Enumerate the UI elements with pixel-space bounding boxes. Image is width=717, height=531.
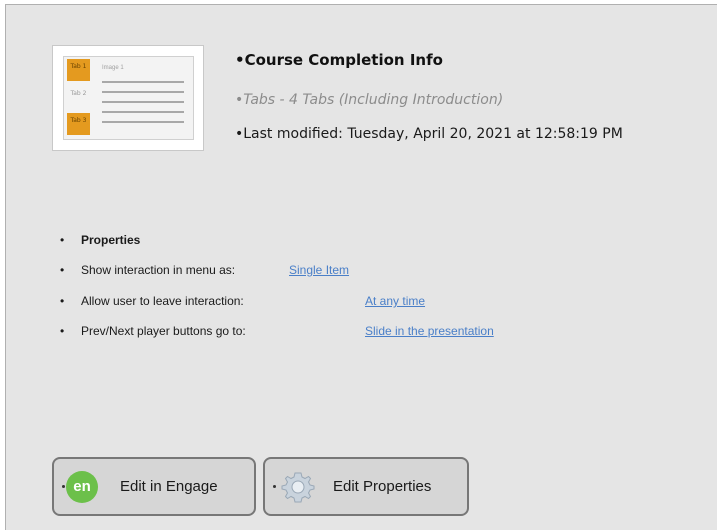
last-modified: •Last modified: Tuesday, April 20, 2021 … — [235, 126, 623, 142]
bullet-icon: • — [60, 263, 65, 277]
property-label-prevnext: Prev/Next player buttons go to: — [81, 324, 246, 338]
edit-properties-button[interactable]: Edit Properties — [263, 457, 469, 516]
bullet-icon: • — [60, 233, 65, 247]
interaction-title: •Course Completion Info — [235, 51, 443, 69]
thumbnail-text-line — [102, 101, 184, 103]
edit-in-engage-button[interactable]: en Edit in Engage — [52, 457, 256, 516]
engage-logo-icon: en — [66, 471, 98, 503]
edit-in-engage-label: Edit in Engage — [120, 478, 218, 495]
thumbnail-text-line — [102, 111, 184, 113]
thumbnail-slide: Tab 1 Tab 2 Tab 3 Image 1 — [63, 56, 194, 140]
thumbnail-text-line — [102, 121, 184, 123]
thumbnail-image-label: Image 1 — [102, 65, 124, 71]
property-link-prevnext[interactable]: Slide in the presentation — [365, 324, 494, 338]
properties-heading: Properties — [81, 233, 141, 247]
edit-properties-label: Edit Properties — [333, 478, 432, 495]
thumbnail-tab-2: Tab 2 — [70, 90, 87, 97]
property-link-leave[interactable]: At any time — [365, 294, 425, 308]
interaction-thumbnail: Tab 1 Tab 2 Tab 3 Image 1 — [52, 45, 204, 151]
bullet-icon: • — [60, 324, 65, 338]
thumbnail-text-line — [102, 91, 184, 93]
thumbnail-tab-1: Tab 1 — [67, 59, 90, 81]
bullet-icon — [273, 485, 276, 488]
thumbnail-text-line — [102, 81, 184, 83]
interaction-panel: Tab 1 Tab 2 Tab 3 Image 1 •Course Comple… — [5, 4, 717, 530]
property-link-menu[interactable]: Single Item — [289, 263, 349, 277]
tabs-summary: •Tabs - 4 Tabs (Including Introduction) — [235, 92, 504, 108]
thumbnail-tab-3: Tab 3 — [67, 113, 90, 135]
bullet-icon: • — [60, 294, 65, 308]
gear-icon — [281, 472, 315, 503]
property-label-leave: Allow user to leave interaction: — [81, 294, 244, 308]
property-label-menu: Show interaction in menu as: — [81, 263, 236, 277]
bullet-icon — [62, 485, 65, 488]
